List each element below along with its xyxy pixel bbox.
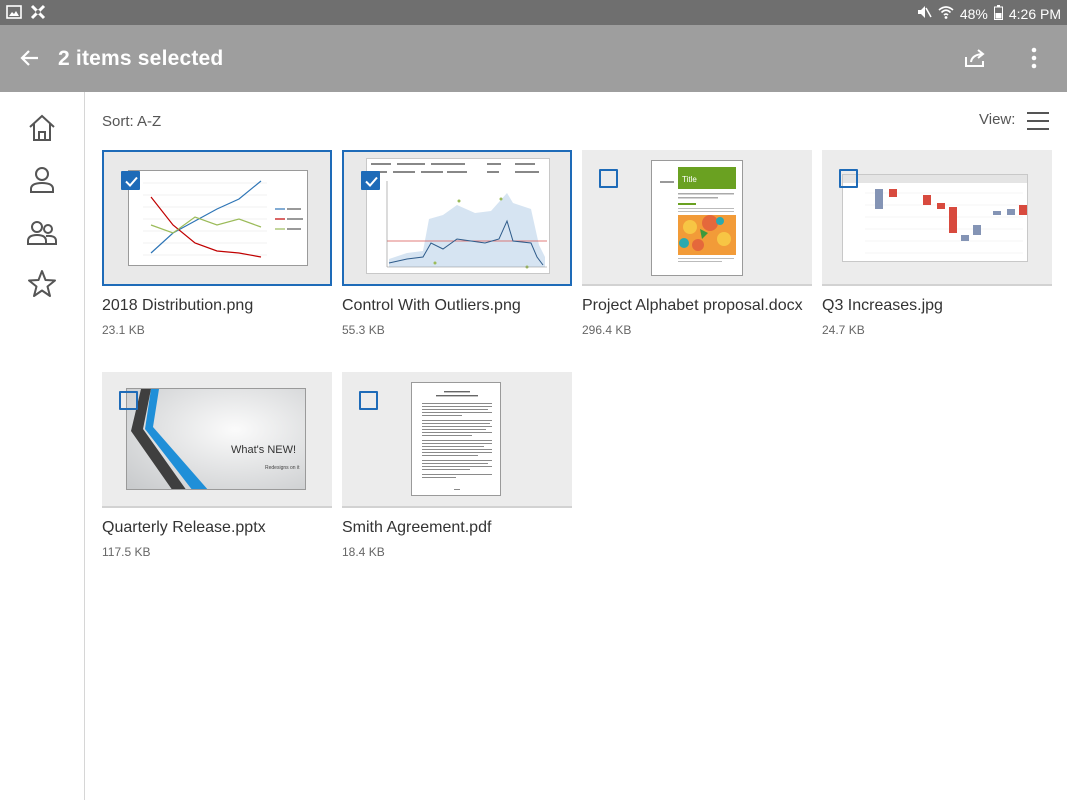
slide-title: What's NEW!: [231, 444, 296, 456]
more-options-icon[interactable]: [1022, 45, 1046, 71]
file-thumbnail[interactable]: [102, 150, 332, 286]
file-card[interactable]: Title Project Alphabet proposal.docx 296…: [582, 150, 812, 350]
page-title: 2 items selected: [58, 47, 224, 70]
file-name: Quarterly Release.pptx: [102, 519, 266, 536]
file-card[interactable]: Q3 Increases.jpg 24.7 KB: [822, 150, 1052, 350]
file-name: Smith Agreement.pdf: [342, 519, 492, 536]
gallery-notification-icon: [6, 4, 22, 23]
home-icon[interactable]: [26, 112, 58, 144]
file-browser: Sort: A-Z View: 2018 Distribution.png 23…: [86, 92, 1067, 800]
file-size: 24.7 KB: [822, 323, 865, 337]
file-thumbnail[interactable]: [822, 150, 1052, 286]
back-arrow-icon[interactable]: [18, 46, 42, 70]
file-size: 55.3 KB: [342, 323, 385, 337]
file-name: 2018 Distribution.png: [102, 297, 254, 314]
group-icon[interactable]: [26, 216, 58, 248]
selection-checkbox[interactable]: [119, 391, 138, 410]
file-thumbnail[interactable]: Title: [582, 150, 812, 286]
share-icon[interactable]: [962, 45, 988, 71]
presentation-preview: What's NEW! Redesigns on it: [126, 388, 306, 490]
slide-subtitle: Redesigns on it: [265, 465, 300, 471]
file-card[interactable]: Control With Outliers.png 55.3 KB: [342, 150, 572, 350]
clock: 4:26 PM: [1008, 5, 1061, 22]
view-label: View:: [979, 111, 1016, 128]
doc-title: Title: [682, 175, 697, 184]
wifi-icon: [938, 4, 954, 23]
selection-checkbox[interactable]: [361, 171, 380, 190]
person-icon[interactable]: [26, 164, 58, 196]
selection-checkbox[interactable]: [599, 169, 618, 188]
control-chart-preview: [366, 158, 550, 274]
battery-icon: [993, 4, 1003, 23]
file-name: Control With Outliers.png: [342, 297, 521, 314]
file-thumbnail[interactable]: [342, 150, 572, 286]
line-chart-preview: [128, 170, 308, 266]
waterfall-chart-preview: [842, 174, 1028, 262]
selection-checkbox[interactable]: [359, 391, 378, 410]
file-card[interactable]: What's NEW! Redesigns on it Quarterly Re…: [102, 372, 332, 572]
mute-icon: [916, 4, 932, 23]
sidebar: [0, 92, 85, 800]
sort-selector[interactable]: Sort: A-Z: [102, 113, 161, 130]
app-notification-icon: [30, 4, 46, 23]
document-preview: Title: [651, 160, 743, 276]
battery-percent: 48%: [959, 5, 988, 22]
file-card[interactable]: Smith Agreement.pdf 18.4 KB: [342, 372, 572, 572]
file-size: 117.5 KB: [102, 545, 151, 559]
file-name: Project Alphabet proposal.docx: [582, 297, 803, 314]
file-size: 296.4 KB: [582, 323, 632, 337]
file-size: 23.1 KB: [102, 323, 145, 337]
app-bar: 2 items selected: [0, 25, 1067, 92]
file-name: Q3 Increases.jpg: [822, 297, 943, 314]
status-bar: 48% 4:26 PM: [0, 0, 1067, 25]
selection-checkbox[interactable]: [121, 171, 140, 190]
file-thumbnail[interactable]: [342, 372, 572, 508]
file-size: 18.4 KB: [342, 545, 385, 559]
list-view-icon[interactable]: [1026, 109, 1050, 133]
pdf-preview: [411, 382, 501, 496]
star-icon[interactable]: [26, 268, 58, 300]
selection-checkbox[interactable]: [839, 169, 858, 188]
file-thumbnail[interactable]: What's NEW! Redesigns on it: [102, 372, 332, 508]
file-card[interactable]: 2018 Distribution.png 23.1 KB: [102, 150, 332, 350]
